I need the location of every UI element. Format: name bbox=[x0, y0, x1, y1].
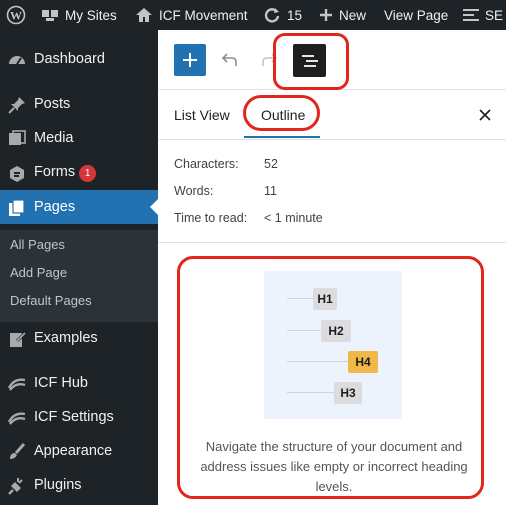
time-to-read-label: Time to read: bbox=[174, 211, 248, 225]
redo-icon bbox=[262, 53, 278, 66]
wordpress-logo-button[interactable]: W bbox=[6, 0, 26, 30]
sidebar-item-dashboard[interactable]: Dashboard bbox=[0, 42, 158, 76]
media-icon bbox=[9, 130, 26, 145]
submenu-add-page[interactable]: Add Page bbox=[10, 265, 67, 280]
pin-icon bbox=[8, 97, 25, 114]
sidebar-label-forms: Forms 1 bbox=[34, 164, 97, 182]
sidebar-label-icf-settings: ICF Settings bbox=[34, 409, 114, 425]
sidebar-label-icf-hub: ICF Hub bbox=[34, 375, 88, 391]
plus-icon bbox=[183, 53, 197, 67]
characters-label: Characters: bbox=[174, 157, 239, 171]
sidebar-item-forms[interactable]: Forms 1 bbox=[0, 156, 158, 190]
pages-submenu: All Pages Add Page Default Pages bbox=[0, 230, 158, 322]
sidebar-label-examples: Examples bbox=[34, 330, 98, 346]
close-icon[interactable] bbox=[476, 106, 494, 124]
sidebar-label-dashboard: Dashboard bbox=[34, 51, 105, 67]
sidebar-item-examples[interactable]: Examples bbox=[0, 321, 158, 355]
undo-icon bbox=[221, 53, 237, 66]
heading-chip-h3: H3 bbox=[334, 382, 362, 404]
new-content-menu[interactable]: New bbox=[318, 0, 366, 30]
heading-chip-h1: H1 bbox=[313, 288, 337, 310]
tab-outline[interactable]: Outline bbox=[261, 107, 305, 123]
sidebar-item-icf-settings[interactable]: ICF Settings bbox=[0, 400, 158, 434]
words-label: Words: bbox=[174, 184, 214, 198]
site-name-menu[interactable]: ICF Movement bbox=[134, 0, 248, 30]
sidebar-label-appearance: Appearance bbox=[34, 443, 113, 459]
list-view-icon bbox=[301, 54, 318, 67]
outline-description: Navigate the structure of your document … bbox=[200, 439, 468, 494]
my-sites-icon bbox=[42, 10, 58, 21]
my-sites-label: My Sites bbox=[65, 7, 117, 23]
sidebar-label-plugins: Plugins bbox=[34, 477, 82, 493]
pages-icon bbox=[9, 199, 25, 216]
home-icon bbox=[136, 8, 152, 22]
view-page-link[interactable]: View Page bbox=[384, 0, 448, 30]
characters-value: 52 bbox=[264, 157, 278, 171]
sidebar-item-appearance[interactable]: Appearance bbox=[0, 434, 158, 468]
words-value: 11 bbox=[264, 184, 277, 198]
updates-button[interactable]: 15 bbox=[262, 0, 302, 30]
sidebar-item-posts[interactable]: Posts bbox=[0, 87, 158, 121]
heading-chip-h4: H4 bbox=[348, 351, 378, 373]
tab-list-view[interactable]: List View bbox=[174, 107, 230, 123]
plug-icon bbox=[8, 478, 23, 495]
outline-line bbox=[287, 392, 334, 393]
admin-sidebar: Dashboard Posts Media Forms 1 Pages All P… bbox=[0, 30, 158, 505]
outline-line bbox=[287, 361, 348, 362]
panel-divider bbox=[158, 242, 506, 243]
icf-settings-icon bbox=[7, 412, 26, 425]
document-overview-button[interactable] bbox=[293, 44, 326, 77]
admin-bar: W My Sites ICF Movement 15 New View Page bbox=[0, 0, 506, 30]
outline-line bbox=[287, 298, 313, 299]
svg-text:W: W bbox=[10, 9, 22, 23]
sidebar-item-plugins[interactable]: Plugins bbox=[0, 468, 158, 502]
time-to-read-value: < 1 minute bbox=[264, 211, 323, 225]
edit-page-icon bbox=[10, 331, 27, 347]
sidebar-item-icf-hub[interactable]: ICF Hub bbox=[0, 366, 158, 400]
redo-button[interactable] bbox=[257, 49, 281, 73]
seo-menu[interactable]: SE bbox=[462, 0, 503, 30]
sidebar-label-posts: Posts bbox=[34, 96, 71, 112]
document-overview-tabs: List View Outline bbox=[158, 90, 506, 140]
dashboard-icon bbox=[9, 56, 25, 65]
active-tab-indicator bbox=[244, 136, 320, 138]
sidebar-item-pages[interactable]: Pages bbox=[0, 190, 158, 224]
outline-line bbox=[287, 330, 321, 331]
new-label: New bbox=[339, 7, 367, 23]
view-page-label: View Page bbox=[384, 7, 449, 23]
my-sites-menu[interactable]: My Sites bbox=[40, 0, 117, 30]
updates-count: 15 bbox=[287, 7, 303, 23]
forms-icon bbox=[10, 166, 24, 182]
refresh-icon bbox=[264, 8, 280, 23]
seo-icon bbox=[463, 9, 479, 21]
undo-button[interactable] bbox=[218, 49, 242, 73]
submenu-all-pages[interactable]: All Pages bbox=[10, 237, 65, 252]
forms-label-text: Forms bbox=[34, 164, 76, 180]
site-name-label: ICF Movement bbox=[159, 7, 248, 23]
plus-icon bbox=[320, 9, 332, 21]
seo-label: SE bbox=[485, 7, 504, 23]
add-block-button[interactable] bbox=[174, 44, 206, 76]
sidebar-label-pages: Pages bbox=[34, 199, 76, 215]
editor-toolbar bbox=[158, 30, 506, 90]
submenu-default-pages[interactable]: Default Pages bbox=[10, 293, 92, 308]
heading-chip-h2: H2 bbox=[321, 320, 351, 342]
sidebar-item-media[interactable]: Media bbox=[0, 121, 158, 155]
outline-illustration: H1 H2 H4 H3 bbox=[264, 271, 402, 419]
paintbrush-icon bbox=[10, 443, 26, 459]
wordpress-icon: W bbox=[6, 5, 26, 25]
icf-hub-icon bbox=[7, 378, 26, 391]
sidebar-label-media: Media bbox=[34, 130, 74, 146]
forms-count-badge: 1 bbox=[79, 165, 97, 182]
